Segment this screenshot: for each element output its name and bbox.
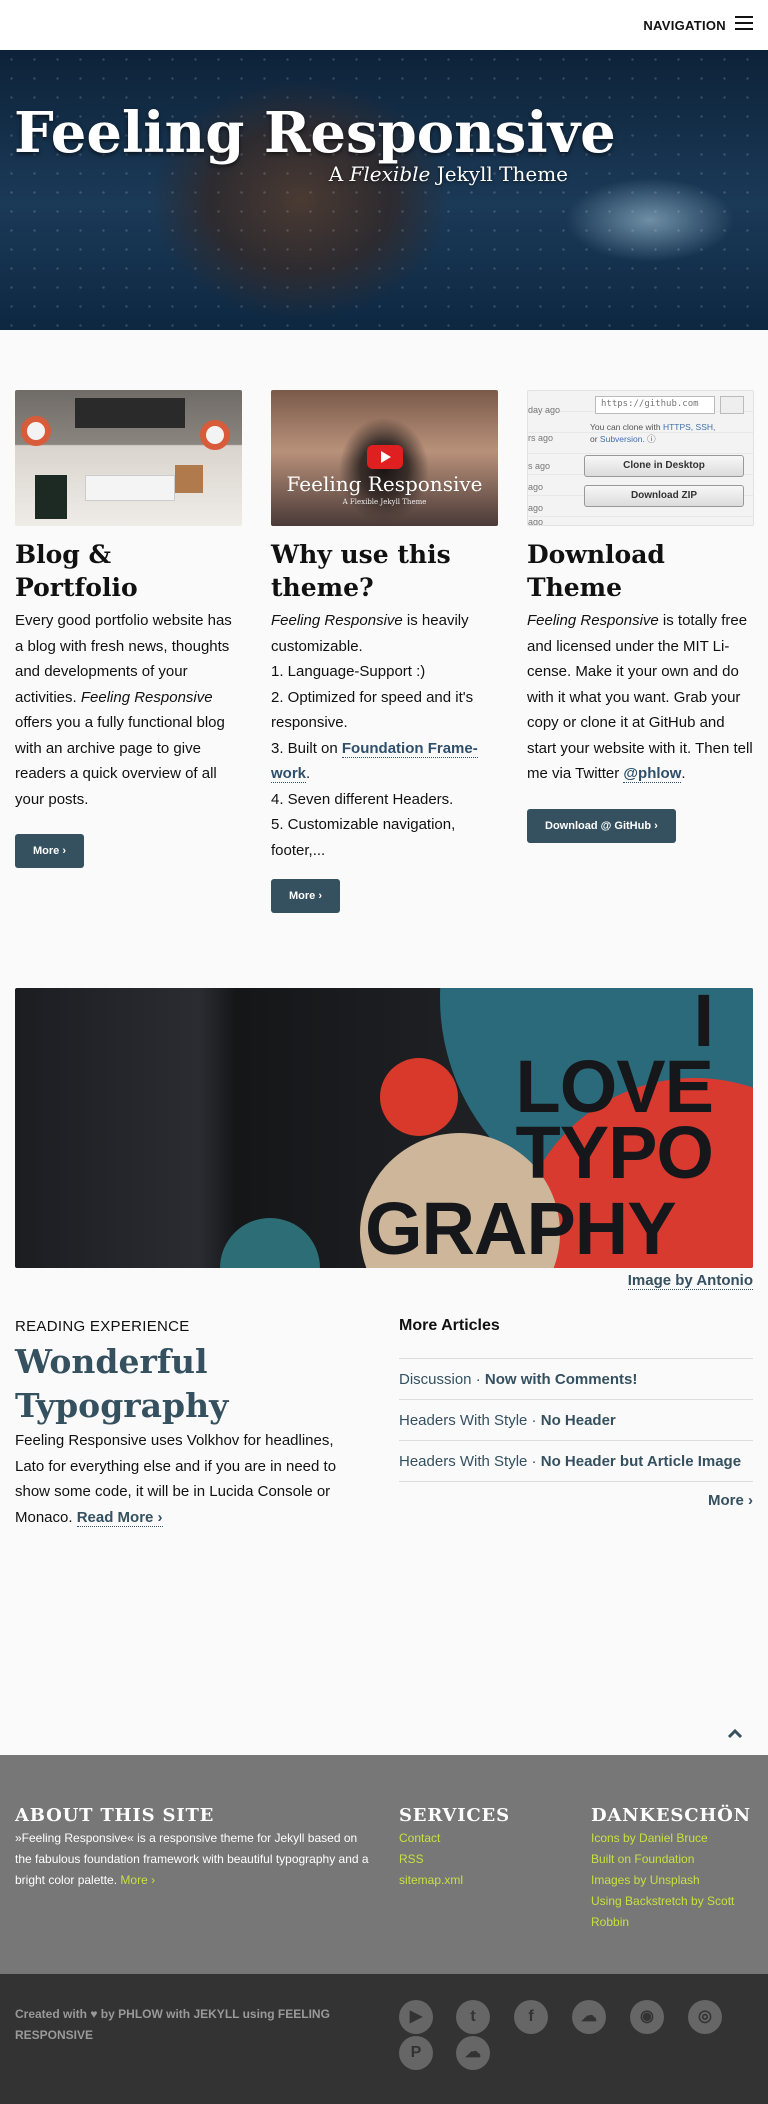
desk-image[interactable]	[15, 390, 242, 526]
clone-url-field: https://github.com	[595, 396, 715, 414]
feature-title: Why use this theme?	[271, 540, 451, 602]
feature-list: 1. Language-Support :) 2. Optimized for …	[271, 659, 498, 863]
list-item[interactable]: Discussion · Now with Comments!	[399, 1359, 753, 1400]
footer: ABOUT THIS SITE »Feeling Responsive« is …	[0, 1755, 768, 1974]
feature-blog-portfolio: Blog & Portfolio Every good portfolio we…	[15, 390, 242, 868]
instagram-icon[interactable]: ◎	[688, 2000, 722, 2034]
more-articles-heading: More Articles	[399, 1317, 500, 1334]
twitter-icon[interactable]: t	[456, 2000, 490, 2034]
footer-link-unsplash[interactable]: Images by Unsplash	[591, 1870, 756, 1891]
feature-title: Download Theme	[527, 540, 665, 602]
download-github-button[interactable]: Download @ GitHub ›	[527, 808, 676, 843]
navigation-toggle-label[interactable]: NAVIGATION	[643, 18, 726, 33]
back-to-top-icon[interactable]	[727, 1727, 743, 1739]
typography-banner-image[interactable]: I LOVE TYPO GRAPHY	[15, 988, 753, 1268]
footer-link-rss[interactable]: RSS	[399, 1849, 463, 1870]
feature-text: Feeling Responsive is totally free and l…	[527, 612, 753, 783]
more-articles-list: Discussion · Now with Comments! Headers …	[399, 1358, 753, 1482]
feature-download: day ago rs ago s ago ago ago ago https:/…	[527, 390, 754, 843]
more-articles-link[interactable]: More ›	[708, 1492, 753, 1509]
article-excerpt: Feeling Responsive uses Volkhov for head…	[15, 1432, 337, 1527]
clone-desktop-button: Clone in Desktop	[584, 455, 744, 477]
pinterest-icon[interactable]: P	[399, 2036, 433, 2070]
image-credit-link[interactable]: Image by Antonio	[627, 1272, 753, 1290]
video-title: Feeling Responsive	[286, 472, 483, 496]
list-item: 3. Built on Foundation Frame­work.	[271, 739, 478, 783]
list-item: 1. Language-Support :)	[271, 663, 426, 680]
cloud-icon[interactable]: ☁	[456, 2036, 490, 2070]
banner-lettering: I LOVE TYPO	[515, 988, 714, 1194]
about-more-link[interactable]: More ›	[120, 1873, 155, 1887]
footer-link-icons[interactable]: Icons by Daniel Bruce	[591, 1828, 756, 1849]
footer-link-contact[interactable]: Contact	[399, 1828, 463, 1849]
more-button[interactable]: More ›	[15, 834, 84, 868]
article-eyebrow: READING EXPERIENCE	[15, 1318, 190, 1335]
hero-header: Feeling Responsive A Flexible Jekyll The…	[0, 50, 768, 330]
more-button[interactable]: More ›	[271, 879, 340, 913]
feature-intro: Feeling Responsive is heavily cus­tomiza…	[271, 612, 469, 655]
article-title[interactable]: Wonderful Typography	[15, 1340, 345, 1428]
soundcloud-icon[interactable]: ☁	[572, 2000, 606, 2034]
list-item[interactable]: Headers With Style · No Header	[399, 1400, 753, 1441]
list-item[interactable]: Headers With Style · No Header but Artic…	[399, 1441, 753, 1482]
youtube-play-icon[interactable]	[367, 445, 403, 469]
hero-background-image	[0, 50, 768, 330]
github-screenshot[interactable]: day ago rs ago s ago ago ago ago https:/…	[527, 390, 754, 526]
copy-icon	[720, 396, 744, 414]
facebook-icon[interactable]: f	[514, 2000, 548, 2034]
download-zip-button: Download ZIP	[584, 485, 744, 507]
video-subtitle: A Flexible Jekyll Theme	[342, 498, 427, 506]
about-heading: ABOUT THIS SITE	[15, 1805, 215, 1826]
youtube-icon[interactable]: ▶	[399, 2000, 433, 2034]
hamburger-menu-icon[interactable]	[735, 16, 753, 30]
site-title: Feeling Responsive	[14, 100, 616, 166]
credits-text: Created with ♥ by PHLOW with JEKYLL usin…	[15, 2007, 330, 2042]
thanks-heading: DANKESCHÖN	[591, 1805, 751, 1826]
footer-link-backstretch[interactable]: Using Backstretch by Scott Robbin	[591, 1891, 756, 1933]
feature-why-use: Feeling Responsive A Flexible Jekyll The…	[271, 390, 498, 913]
clone-info: You can clone with HTTPS, SSH, or Subvers…	[590, 422, 716, 444]
read-more-link[interactable]: Read More ›	[76, 1508, 163, 1527]
feature-title: Blog & Portfolio	[15, 540, 138, 602]
list-item: 4. Seven different Headers.	[271, 790, 454, 808]
video-thumbnail[interactable]: Feeling Responsive A Flexible Jekyll The…	[271, 390, 498, 526]
services-list: Contact RSS sitemap.xml	[399, 1828, 463, 1891]
list-item: 5. Customizable navigation, footer,...	[271, 816, 456, 859]
thanks-list: Icons by Daniel Bruce Built on Foundatio…	[591, 1828, 756, 1933]
top-bar: NAVIGATION	[0, 0, 768, 50]
twitter-link[interactable]: @phlow	[623, 765, 682, 783]
banner-lettering-last: GRAPHY	[365, 1187, 677, 1268]
footer-link-foundation[interactable]: Built on Foundation	[591, 1849, 756, 1870]
site-subtitle: A Flexible Jekyll Theme	[328, 162, 568, 186]
services-heading: SERVICES	[399, 1805, 510, 1826]
subfooter: Created with ♥ by PHLOW with JEKYLL usin…	[0, 1974, 768, 2104]
list-item: 2. Optimized for speed and it's responsi…	[271, 688, 474, 732]
feature-text: Every good portfolio website has a blog …	[15, 612, 232, 808]
github-icon[interactable]: ◉	[630, 2000, 664, 2034]
footer-link-sitemap[interactable]: sitemap.xml	[399, 1870, 463, 1891]
about-text: »Feeling Responsive« is a responsive the…	[15, 1831, 369, 1887]
